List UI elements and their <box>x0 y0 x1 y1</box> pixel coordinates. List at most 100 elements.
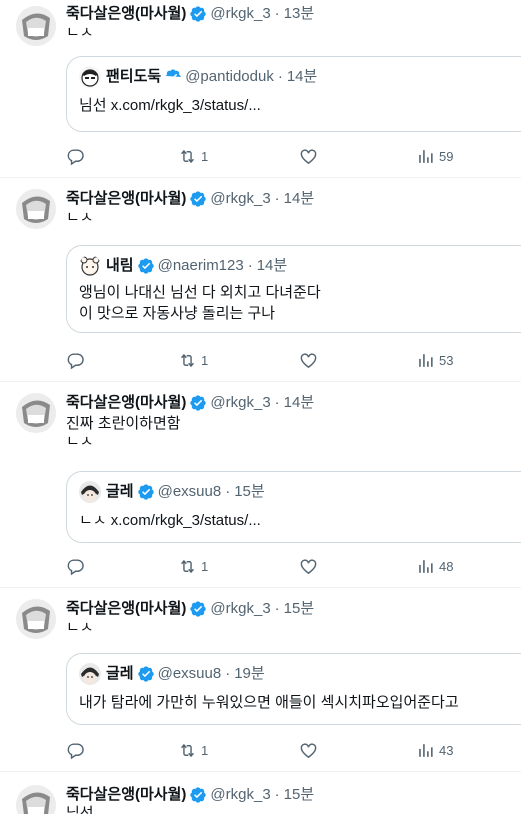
views-button[interactable]: 53 <box>416 350 453 370</box>
reply-icon <box>66 351 85 370</box>
like-button[interactable] <box>299 740 322 760</box>
reply-icon <box>66 147 85 166</box>
quote-avatar <box>79 663 101 685</box>
quote-time: 19분 <box>234 665 265 682</box>
heart-icon <box>299 557 318 576</box>
author-handle[interactable]: @rkgk_3 <box>210 393 270 413</box>
tweet[interactable]: 죽다살은앵(마사월) @rkgk_3 · 15분 ㄴㅅ 글레 @exsuu8 ·… <box>0 589 521 772</box>
heart-icon <box>299 351 318 370</box>
tweet-time[interactable]: 13분 <box>284 4 315 24</box>
views-chart-icon <box>416 557 435 576</box>
quote-author-name: 내림 <box>106 257 134 274</box>
quote-author-handle: @exsuu8 <box>157 665 222 682</box>
tweet-time[interactable]: 15분 <box>284 785 315 805</box>
quote-text: 내가 탐라에 가만히 누워있으면 애들이 섹시치파오입어준다고 <box>79 694 459 711</box>
author-handle[interactable]: @rkgk_3 <box>210 189 270 209</box>
like-button[interactable] <box>299 350 322 370</box>
views-count: 53 <box>439 352 454 368</box>
separator-dot: · <box>277 68 283 85</box>
quote-avatar <box>79 481 101 503</box>
quote-text: 님선 x.com/rkgk_3/status/... <box>79 97 261 114</box>
quote-time: 14분 <box>286 68 318 85</box>
retweet-button[interactable]: 1 <box>178 350 208 370</box>
tweet[interactable]: 죽다살은앵(마사월) @rkgk_3 · 14분 ㄴㅅ 내림 @naerim12… <box>0 179 521 382</box>
like-button[interactable] <box>299 146 322 166</box>
reply-button[interactable] <box>66 556 89 576</box>
retweet-count: 1 <box>201 558 209 574</box>
author-name[interactable]: 죽다살은앵(마사월) <box>66 189 186 209</box>
tweet-text: ㄴㅅ <box>66 24 94 41</box>
tweet-time[interactable]: 14분 <box>284 189 315 209</box>
retweet-icon <box>178 741 197 760</box>
author-avatar[interactable] <box>16 6 56 46</box>
views-chart-icon <box>416 741 435 760</box>
tweet-text: 님선 <box>66 805 94 814</box>
retweet-icon <box>178 351 197 370</box>
tweet-actions: 1 53 <box>66 350 466 370</box>
quote-text: 앵님이 나대신 님선 다 외치고 다녀준다 이 맛으로 자동사냥 돌리는 구나 <box>79 284 321 322</box>
quote-author-name: 글레 <box>106 483 134 500</box>
quoted-tweet[interactable]: 내림 @naerim123 · 14분 앵님이 나대신 님선 다 외치고 다녀준… <box>66 245 521 333</box>
quote-author-handle: @pantidoduk <box>185 68 274 85</box>
reply-button[interactable] <box>66 146 89 166</box>
author-handle[interactable]: @rkgk_3 <box>210 4 270 24</box>
quote-author-name: 팬티도둑 <box>106 68 162 85</box>
author-name[interactable]: 죽다살은앵(마사월) <box>66 599 186 619</box>
views-button[interactable]: 43 <box>416 740 453 760</box>
like-button[interactable] <box>299 556 322 576</box>
quote-avatar <box>79 255 101 277</box>
heart-icon <box>299 147 318 166</box>
verified-badge-icon <box>164 68 182 86</box>
verified-badge-icon <box>137 257 155 275</box>
tweet-time[interactable]: 15분 <box>284 599 315 619</box>
quoted-tweet[interactable]: 글레 @exsuu8 · 19분 내가 탐라에 가만히 누워있으면 애들이 섹시… <box>66 653 521 725</box>
separator-dot: · <box>274 394 280 411</box>
verified-badge-icon <box>189 190 207 208</box>
views-button[interactable]: 59 <box>416 146 453 166</box>
verified-badge-icon <box>137 483 155 501</box>
views-button[interactable]: 48 <box>416 556 453 576</box>
tweet[interactable]: 죽다살은앵(마사월) @rkgk_3 · 13분 ㄴㅅ 팬티도둑 @pantid… <box>0 0 521 178</box>
separator-dot: · <box>225 665 231 682</box>
retweet-icon <box>178 147 197 166</box>
reply-button[interactable] <box>66 740 89 760</box>
separator-dot: · <box>247 257 253 274</box>
quote-avatar <box>79 66 101 88</box>
quote-author-handle: @exsuu8 <box>157 483 222 500</box>
tweet-time[interactable]: 14분 <box>284 393 315 413</box>
author-handle[interactable]: @rkgk_3 <box>210 599 270 619</box>
heart-icon <box>299 741 318 760</box>
tweet-text: 진짜 초란이하면함 ㄴㅅ <box>66 415 181 450</box>
retweet-count: 1 <box>201 352 209 368</box>
author-avatar[interactable] <box>16 599 56 639</box>
quote-text: ㄴㅅ x.com/rkgk_3/status/... <box>79 512 261 529</box>
author-avatar[interactable] <box>16 189 56 229</box>
tweet-actions: 1 43 <box>66 740 466 760</box>
views-count: 48 <box>439 558 454 574</box>
tweet[interactable]: 죽다살은앵(마사월) @rkgk_3 · 15분 님선 <box>0 773 521 814</box>
quote-author-name: 글레 <box>106 665 134 682</box>
author-name[interactable]: 죽다살은앵(마사월) <box>66 4 186 24</box>
tweet-text: ㄴㅅ <box>66 209 94 226</box>
quote-time: 14분 <box>256 257 288 274</box>
separator-dot: · <box>274 786 280 803</box>
retweet-button[interactable]: 1 <box>178 556 208 576</box>
author-name[interactable]: 죽다살은앵(마사월) <box>66 393 186 413</box>
reply-button[interactable] <box>66 350 89 370</box>
views-count: 59 <box>439 148 454 164</box>
timeline-feed: 죽다살은앵(마사월) @rkgk_3 · 13분 ㄴㅅ 팬티도둑 @pantid… <box>0 0 521 814</box>
retweet-button[interactable]: 1 <box>178 740 208 760</box>
retweet-button[interactable]: 1 <box>178 146 208 166</box>
verified-badge-icon <box>189 600 207 618</box>
separator-dot: · <box>274 190 280 207</box>
author-avatar[interactable] <box>16 785 56 814</box>
tweet[interactable]: 죽다살은앵(마사월) @rkgk_3 · 14분 진짜 초란이하면함 ㄴㅅ 글레… <box>0 383 521 588</box>
author-name[interactable]: 죽다살은앵(마사월) <box>66 785 186 805</box>
quoted-tweet[interactable]: 글레 @exsuu8 · 15분 ㄴㅅ x.com/rkgk_3/status/… <box>66 471 521 543</box>
author-avatar[interactable] <box>16 393 56 433</box>
author-handle[interactable]: @rkgk_3 <box>210 785 270 805</box>
verified-badge-icon <box>189 786 207 804</box>
views-chart-icon <box>416 351 435 370</box>
verified-badge-icon <box>137 665 155 683</box>
quoted-tweet[interactable]: 팬티도둑 @pantidoduk · 14분 님선 x.com/rkgk_3/s… <box>66 56 521 132</box>
